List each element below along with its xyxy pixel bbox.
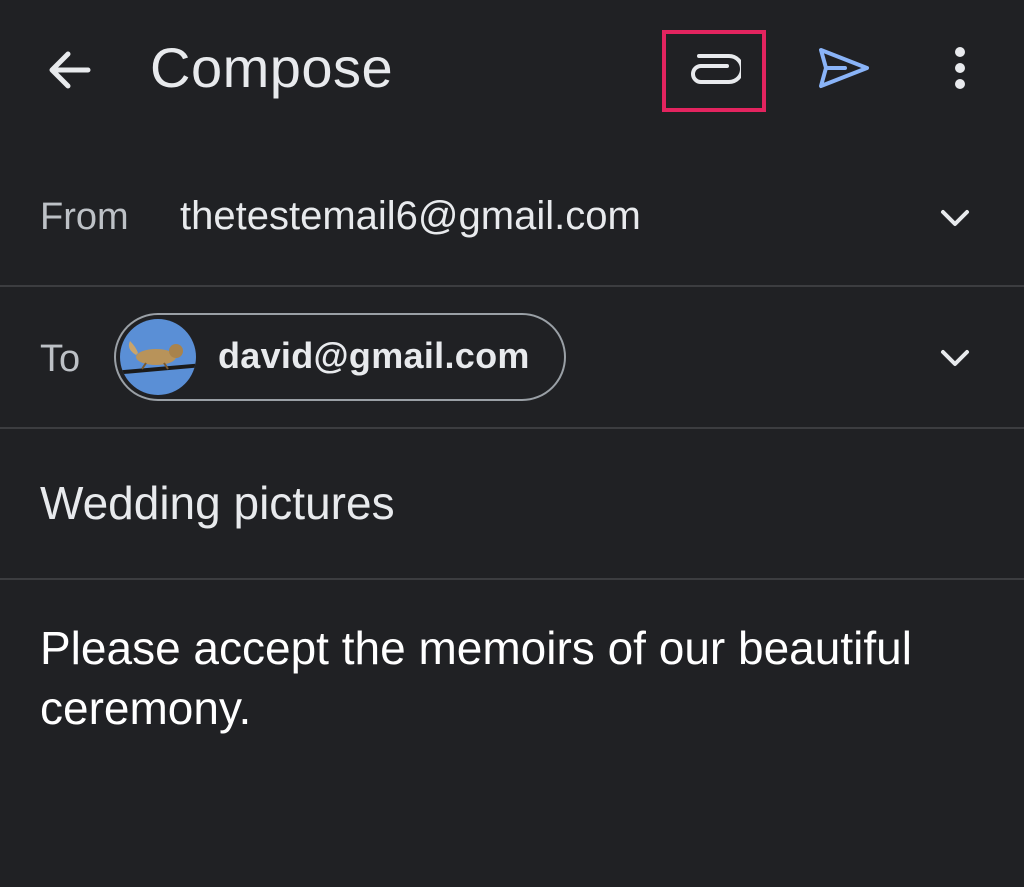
top-app-bar: Compose: [0, 0, 1024, 140]
to-expand-button[interactable]: [930, 338, 980, 378]
to-label: To: [40, 338, 81, 380]
arrow-back-icon: [49, 51, 91, 89]
avatar: [120, 319, 196, 395]
send-icon: [819, 48, 869, 88]
divider: [0, 578, 1024, 580]
squirrel-avatar-image: [120, 319, 196, 395]
chevron-down-icon: [941, 350, 969, 366]
attach-button[interactable]: [662, 30, 766, 112]
from-address[interactable]: thetestemail6@gmail.com: [180, 194, 641, 239]
from-expand-button[interactable]: [930, 198, 980, 238]
divider: [0, 427, 1024, 429]
divider: [0, 285, 1024, 287]
more-options-button[interactable]: [930, 38, 990, 98]
from-label: From: [40, 196, 129, 238]
send-button[interactable]: [808, 38, 880, 98]
subject-field[interactable]: Wedding pictures: [40, 476, 980, 530]
recipient-chip[interactable]: david@gmail.com: [114, 313, 566, 401]
back-button[interactable]: [30, 40, 110, 100]
message-body-field[interactable]: Please accept the memoirs of our beautif…: [40, 618, 1000, 738]
more-vert-icon: [955, 47, 965, 89]
chevron-down-icon: [941, 210, 969, 226]
paperclip-icon: [691, 54, 741, 84]
recipient-email: david@gmail.com: [218, 335, 530, 376]
page-title: Compose: [150, 36, 394, 99]
